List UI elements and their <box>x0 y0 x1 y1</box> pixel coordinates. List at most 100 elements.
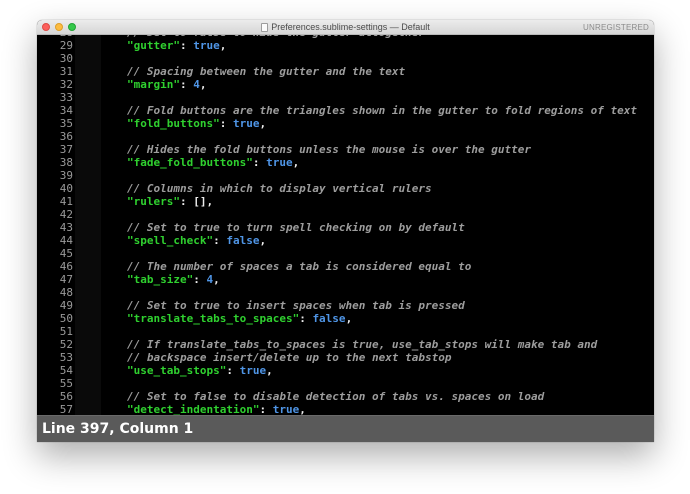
line-number: 44 <box>59 234 73 247</box>
line-content: "tab_size": 4, <box>127 273 220 286</box>
line-number: 45 <box>59 247 73 260</box>
line-content: // Set to true to insert spaces when tab… <box>127 299 465 312</box>
code-line[interactable]: 44 "spell_check": false, <box>37 234 654 247</box>
code-line[interactable]: 46 // The number of spaces a tab is consi… <box>37 260 654 273</box>
line-content: "gutter": true, <box>127 39 226 52</box>
setting-value: [] <box>193 195 207 208</box>
zoom-window-button[interactable] <box>68 23 76 31</box>
setting-key: "detect_indentation" <box>127 403 260 415</box>
code-line[interactable]: 54 "use_tab_stops": true, <box>37 364 654 377</box>
code-line[interactable]: 48 <box>37 286 654 299</box>
setting-key: "tab_size" <box>127 273 194 286</box>
code-line[interactable]: 37 // Hides the fold buttons unless the m… <box>37 143 654 156</box>
colon-separator: : <box>179 39 194 52</box>
line-content: // Set to true to turn spell checking on… <box>127 221 465 234</box>
close-window-button[interactable] <box>42 23 50 31</box>
code-line[interactable]: 50 "translate_tabs_to_spaces": false, <box>37 312 654 325</box>
code-line[interactable]: 32 "margin": 4, <box>37 78 654 91</box>
code-comment: // Fold buttons are the triangles shown … <box>127 104 637 117</box>
code-line[interactable]: 39 <box>37 169 654 182</box>
code-line[interactable]: 31 // Spacing between the gutter and the … <box>37 65 654 78</box>
line-content: "fade_fold_buttons": true, <box>127 156 299 169</box>
line-number: 42 <box>59 208 73 221</box>
colon-separator: : <box>259 403 273 415</box>
code-line[interactable]: 49 // Set to true to insert spaces when t… <box>37 299 654 312</box>
line-content: // The number of spaces a tab is conside… <box>127 260 471 273</box>
setting-key: "fold_buttons" <box>127 117 220 130</box>
code-line[interactable]: 36 <box>37 130 654 143</box>
code-line[interactable]: 33 <box>37 91 654 104</box>
setting-value: false <box>312 312 346 325</box>
line-number: 40 <box>59 182 73 195</box>
line-number: 35 <box>59 117 73 130</box>
line-content: // Fold buttons are the triangles shown … <box>127 104 637 117</box>
code-comment: // Set to true to turn spell checking on… <box>127 221 465 234</box>
document-icon <box>261 23 269 32</box>
minimize-window-button[interactable] <box>55 23 63 31</box>
colon-separator: : <box>219 117 233 130</box>
line-number: 57 <box>59 403 73 415</box>
line-number: 55 <box>59 377 73 390</box>
code-comment: // backspace insert/delete up to the nex… <box>127 351 452 364</box>
comma-separator: , <box>199 78 207 91</box>
code-comment: // Hides the fold buttons unless the mou… <box>127 143 531 156</box>
line-number: 31 <box>59 65 73 78</box>
code-line[interactable]: 47 "tab_size": 4, <box>37 273 654 286</box>
code-comment: // If translate_tabs_to_spaces is true, … <box>127 338 598 351</box>
code-comment: // Set to true to insert spaces when tab… <box>127 299 465 312</box>
colon-separator: : <box>226 364 240 377</box>
line-number: 33 <box>59 91 73 104</box>
code-line[interactable]: 35 "fold_buttons": true, <box>37 117 654 130</box>
code-line[interactable]: 45 <box>37 247 654 260</box>
code-editor[interactable]: 28// Set to false to hide the gutter alt… <box>37 35 654 415</box>
code-line[interactable]: 40 // Columns in which to display vertica… <box>37 182 654 195</box>
code-line[interactable]: 38 "fade_fold_buttons": true, <box>37 156 654 169</box>
line-content: // Columns in which to display vertical … <box>127 182 432 195</box>
code-comment: // The number of spaces a tab is conside… <box>127 260 472 273</box>
colon-separator: : <box>213 234 227 247</box>
line-number: 54 <box>59 364 73 377</box>
line-number: 56 <box>59 390 73 403</box>
code-line[interactable]: 55 <box>37 377 654 390</box>
code-line[interactable]: 57 "detect_indentation": true, <box>37 403 654 415</box>
comma-separator: , <box>206 195 214 208</box>
code-lines[interactable]: 28// Set to false to hide the gutter alt… <box>37 35 654 415</box>
code-line[interactable]: 56 // Set to false to disable detection o… <box>37 390 654 403</box>
setting-value: true <box>266 156 293 169</box>
code-line[interactable]: 52 // If translate_tabs_to_spaces is true… <box>37 338 654 351</box>
setting-key: "fade_fold_buttons" <box>127 156 253 169</box>
code-line[interactable]: 51 <box>37 325 654 338</box>
comma-separator: , <box>259 234 267 247</box>
line-content: "translate_tabs_to_spaces": false, <box>127 312 352 325</box>
code-line[interactable]: 30 <box>37 52 654 65</box>
code-line[interactable]: 53 // backspace insert/delete up to the n… <box>37 351 654 364</box>
code-line[interactable]: 29 "gutter": true, <box>37 39 654 52</box>
line-content: // Set to false to disable detection of … <box>127 390 544 403</box>
line-content: // If translate_tabs_to_spaces is true, … <box>127 338 597 351</box>
code-line[interactable]: 43 // Set to true to turn spell checking … <box>37 221 654 234</box>
line-number: 37 <box>59 143 73 156</box>
setting-value: false <box>226 234 260 247</box>
code-line[interactable]: 41 "rulers": [], <box>37 195 654 208</box>
setting-key: "rulers" <box>127 195 180 208</box>
code-line[interactable]: 42 <box>37 208 654 221</box>
comma-separator: , <box>259 117 267 130</box>
line-content: "margin": 4, <box>127 78 206 91</box>
line-number: 30 <box>59 52 73 65</box>
setting-value: true <box>232 117 260 130</box>
window-title: Preferences.sublime-settings — Default <box>271 22 430 32</box>
status-bar: Line 397, Column 1 <box>37 415 654 442</box>
line-content: "detect_indentation": true, <box>127 403 306 415</box>
line-number: 29 <box>59 39 73 52</box>
setting-key: "use_tab_stops" <box>127 364 227 377</box>
setting-key: "margin" <box>127 78 180 91</box>
editor-window: Preferences.sublime-settings — Default U… <box>37 20 654 442</box>
setting-key: "translate_tabs_to_spaces" <box>127 312 300 325</box>
code-comment: // Set to false to disable detection of … <box>127 390 545 403</box>
line-number: 39 <box>59 169 73 182</box>
line-content: // backspace insert/delete up to the nex… <box>127 351 452 364</box>
title-bar[interactable]: Preferences.sublime-settings — Default U… <box>37 20 654 35</box>
code-line[interactable]: 34 // Fold buttons are the triangles show… <box>37 104 654 117</box>
line-content: // Spacing between the gutter and the te… <box>127 65 405 78</box>
code-comment: // Columns in which to display vertical … <box>127 182 432 195</box>
